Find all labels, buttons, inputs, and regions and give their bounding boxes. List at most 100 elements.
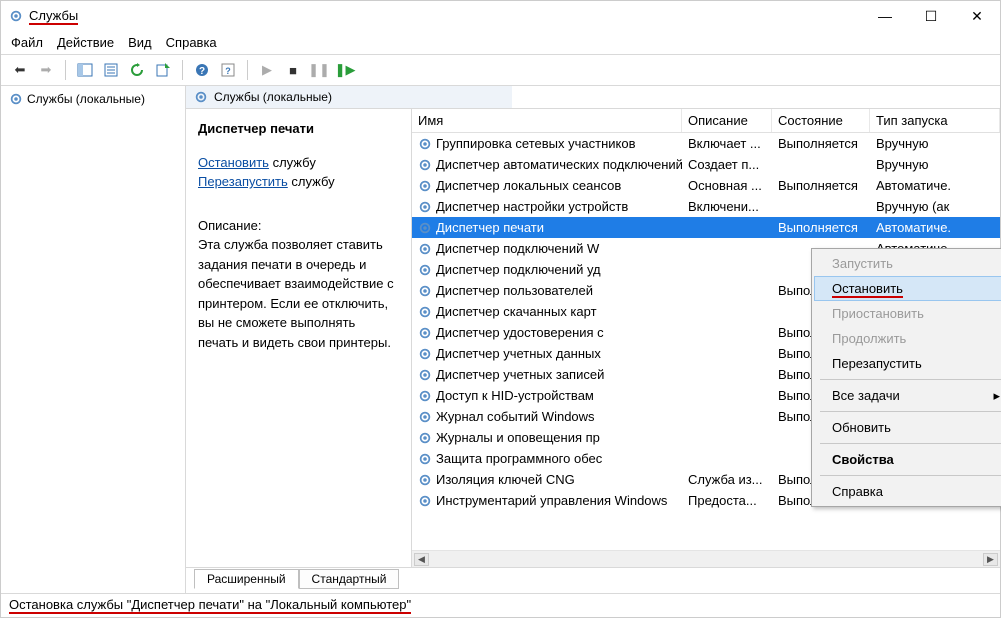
tab-standard[interactable]: Стандартный [299,569,400,589]
service-name: Диспетчер локальных сеансов [436,178,621,193]
close-button[interactable]: ✕ [954,1,1000,31]
maximize-button[interactable]: ☐ [908,1,954,31]
gear-icon [418,494,432,508]
service-name: Диспетчер удостоверения с [436,325,604,340]
pause-service-button[interactable]: ❚❚ [308,59,330,81]
gear-icon [9,92,23,106]
help-button[interactable]: ? [191,59,213,81]
scroll-right-button[interactable]: ▶ [983,553,998,566]
service-name: Диспетчер учетных записей [436,367,604,382]
forward-button[interactable]: ➡ [35,59,57,81]
col-description[interactable]: Описание [682,109,772,132]
service-name: Изоляция ключей CNG [436,472,575,487]
stop-service-link[interactable]: Остановить [198,155,269,170]
service-desc: Включени... [682,199,772,214]
gear-icon [418,410,432,424]
service-name: Диспетчер автоматических подключений... [436,157,682,172]
service-name: Диспетчер подключений W [436,241,599,256]
restart-suffix: службу [288,174,335,189]
titlebar: Службы — ☐ ✕ [1,1,1000,31]
horizontal-scrollbar[interactable]: ◀ ▶ [412,550,1000,567]
refresh-button[interactable] [126,59,148,81]
gear-icon [418,389,432,403]
gear-icon [418,347,432,361]
service-state: Выполняется [772,178,870,193]
description-label: Описание: [198,216,399,236]
tree-root-label: Службы (локальные) [27,92,145,106]
service-row[interactable]: Диспетчер автоматических подключений...С… [412,154,1000,175]
properties-button[interactable] [100,59,122,81]
service-name: Диспетчер печати [436,220,544,235]
ctx-restart[interactable]: Перезапустить [814,351,1001,376]
separator [820,411,1001,412]
service-name: Журналы и оповещения пр [436,430,600,445]
restart-service-link[interactable]: Перезапустить [198,174,288,189]
show-hide-tree-button[interactable] [74,59,96,81]
status-text: Остановка службы "Диспетчер печати" на "… [9,597,411,614]
main-header-label: Службы (локальные) [214,90,332,104]
separator [65,60,66,80]
service-desc: Основная ... [682,178,772,193]
svg-text:?: ? [225,66,231,76]
service-name: Диспетчер настройки устройств [436,199,628,214]
export-button[interactable] [152,59,174,81]
menu-help[interactable]: Справка [166,35,217,50]
gear-icon [418,473,432,487]
service-startup: Вручную [870,136,1000,151]
service-name: Инструментарий управления Windows [436,493,667,508]
separator [820,475,1001,476]
restart-service-button[interactable]: ❚▶ [334,59,356,81]
col-name[interactable]: Имя [412,109,682,132]
menu-view[interactable]: Вид [128,35,152,50]
menu-file[interactable]: Файл [11,35,43,50]
body: Службы (локальные) Службы (локальные) Ди… [1,86,1000,593]
gear-icon [418,221,432,235]
separator [820,443,1001,444]
stop-service-button[interactable]: ■ [282,59,304,81]
list-header: Имя Описание Состояние Тип запуска [412,109,1000,133]
description-text: Эта служба позволяет ставить задания печ… [198,235,399,352]
service-desc: Создает п... [682,157,772,172]
col-startup[interactable]: Тип запуска [870,109,1000,132]
service-name: Диспетчер учетных данных [436,346,601,361]
ctx-help[interactable]: Справка [814,479,1001,504]
gear-icon [194,90,208,104]
main-content: Диспетчер печати Остановить службу Перез… [186,109,1000,567]
ctx-stop[interactable]: Остановить [814,276,1001,301]
tab-extended[interactable]: Расширенный [194,569,299,589]
service-row[interactable]: Диспетчер настройки устройств Включени...… [412,196,1000,217]
service-row[interactable]: Диспетчер локальных сеансов Основная ...В… [412,175,1000,196]
gear-icon [9,9,23,23]
gear-icon [418,263,432,277]
ctx-all-tasks[interactable]: Все задачи▸ [814,383,1001,408]
ctx-pause: Приостановить [814,301,1001,326]
service-row[interactable]: Группировка сетевых участниковВключает .… [412,133,1000,154]
tree-root-item[interactable]: Службы (локальные) [7,90,179,108]
help-topics-button[interactable]: ? [217,59,239,81]
service-name: Диспетчер скачанных карт [436,304,597,319]
service-name: Диспетчер подключений уд [436,262,601,277]
ctx-refresh[interactable]: Обновить [814,415,1001,440]
menu-action[interactable]: Действие [57,35,114,50]
menubar: Файл Действие Вид Справка [1,31,1000,55]
main-header: Службы (локальные) [186,86,1000,109]
service-desc: Включает ... [682,136,772,151]
gear-icon [418,200,432,214]
col-state[interactable]: Состояние [772,109,870,132]
ctx-start: Запустить [814,251,1001,276]
back-button[interactable]: ⬅ [9,59,31,81]
start-service-button[interactable]: ▶ [256,59,278,81]
service-startup: Вручную (ак [870,199,1000,214]
ctx-properties[interactable]: Свойства [814,447,1001,472]
ctx-stop-label: Остановить [832,281,903,298]
minimize-button[interactable]: — [862,1,908,31]
service-name: Диспетчер пользователей [436,283,593,298]
gear-icon [418,158,432,172]
gear-icon [418,431,432,445]
gear-icon [418,452,432,466]
scroll-left-button[interactable]: ◀ [414,553,429,566]
service-row[interactable]: Диспетчер печатиВыполняетсяАвтоматиче. [412,217,1000,238]
separator [182,60,183,80]
svg-text:?: ? [199,66,205,77]
chevron-right-icon: ▸ [993,388,1000,404]
